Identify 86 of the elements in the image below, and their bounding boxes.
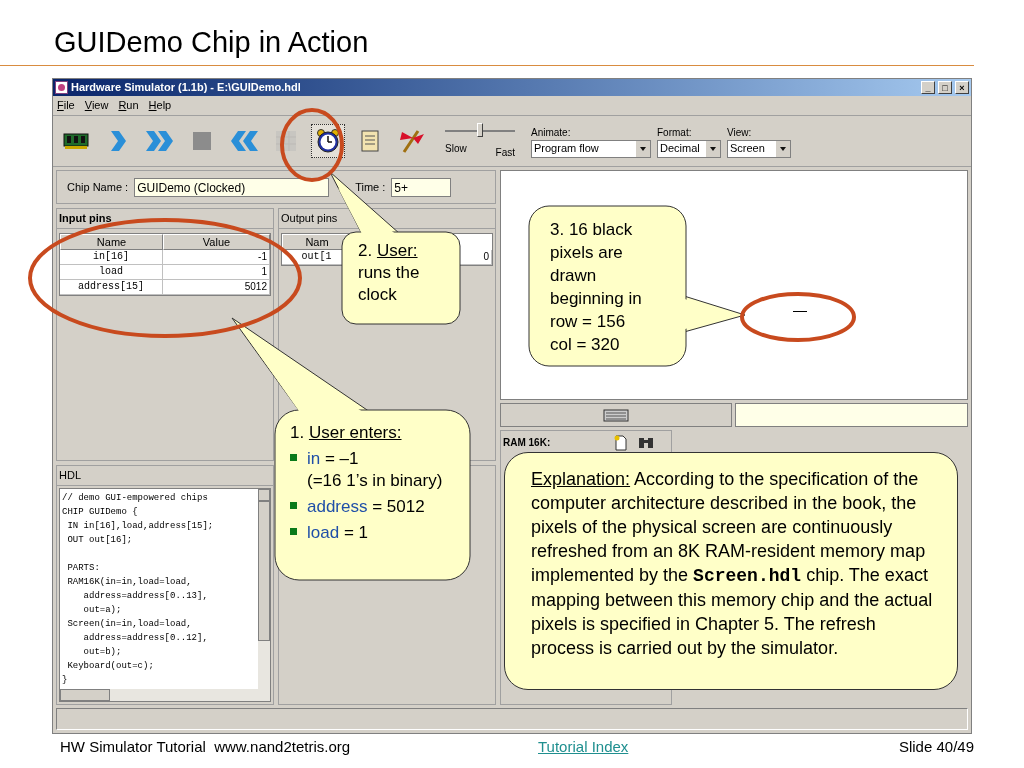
time-field[interactable]: 5+ bbox=[391, 177, 452, 197]
chip-icon bbox=[63, 132, 89, 150]
code-line: IN in[16],load,address[15]; bbox=[66, 520, 215, 533]
slider-label: Fast bbox=[495, 145, 515, 160]
menu-item[interactable]: View bbox=[84, 97, 109, 114]
callout-text: col = 320 bbox=[550, 334, 621, 356]
footer-text: HW Simulator Tutorial www.nand2tetris.org bbox=[60, 737, 352, 757]
dropdown[interactable]: Program flow bbox=[531, 139, 651, 158]
chip-name-field[interactable]: GUIDemo (Clocked) bbox=[134, 177, 330, 197]
bullet-icon bbox=[290, 454, 297, 461]
dropdown[interactable]: Decimal bbox=[657, 139, 721, 158]
panel-title: HDL bbox=[59, 468, 81, 484]
window-control-button[interactable]: × bbox=[955, 81, 969, 94]
table-cell: 1 bbox=[163, 265, 270, 279]
callout-text: row = 156 bbox=[550, 311, 627, 333]
code-line: Keyboard(out=c); bbox=[66, 660, 155, 673]
column-header: Value bbox=[163, 234, 270, 250]
code-line: } bbox=[62, 674, 69, 687]
code-line: OUT out[16]; bbox=[66, 534, 134, 547]
dropdown[interactable]: Screen bbox=[727, 139, 791, 158]
explanation-text: Explanation: According to the specification of the computer architecture described in the book, the pixels of the physical screen are continuously refreshed from an 8K RAM-resident memory map implemented by the Screen.hdl chip. The exact mapping between this memory chip and the actual pixels is specified in Chapter 5. The refresh process is carried out by the simulator. bbox=[531, 468, 934, 660]
callout-heading: 1. User enters: bbox=[290, 422, 403, 444]
table-cell: address[15] bbox=[60, 280, 163, 294]
dropdown-label: View: bbox=[727, 125, 753, 140]
app-icon bbox=[55, 81, 68, 94]
code-line: out=a); bbox=[82, 604, 123, 617]
code-line: CHIP GUIDemo { bbox=[62, 506, 139, 519]
table-cell: -1 bbox=[163, 250, 270, 264]
dropdown-value: Program flow bbox=[533, 141, 600, 157]
table-cell: load bbox=[60, 265, 163, 279]
callout-text: (=16 1’s in binary) bbox=[307, 470, 443, 492]
alarm-clock-icon bbox=[315, 128, 341, 154]
bullet-icon bbox=[290, 528, 297, 535]
slide-title: GUIDemo Chip in Action bbox=[54, 28, 369, 57]
table-cell: in[16] bbox=[60, 250, 163, 264]
pixel-line bbox=[793, 311, 807, 312]
callout-text: drawn bbox=[550, 265, 598, 287]
keyboard-field[interactable] bbox=[735, 403, 968, 427]
code-line: address=address[0..12], bbox=[82, 632, 209, 645]
callout-text: 2. User: runs the clock bbox=[358, 240, 421, 306]
field-label: Time : bbox=[355, 179, 386, 195]
field-label: Chip Name : bbox=[67, 179, 129, 195]
dropdown-label: Format: bbox=[657, 125, 693, 140]
keyboard-button[interactable] bbox=[500, 403, 732, 427]
window-title: Hardware Simulator (1.1b) - E:\GUIDemo.hdl bbox=[71, 80, 302, 96]
dropdown-value: Decimal bbox=[659, 141, 701, 157]
code-line: address=address[0..13], bbox=[82, 590, 209, 603]
tutorial-index-link[interactable]: Tutorial Index bbox=[538, 736, 629, 759]
speed-slider[interactable] bbox=[445, 122, 515, 139]
callout-text: in = –1 bbox=[307, 448, 360, 470]
slide-number: Slide 40/49 bbox=[898, 737, 974, 757]
callout-text: beginning in bbox=[550, 288, 642, 310]
panel-title: RAM 16K: bbox=[503, 436, 551, 450]
menu-item[interactable]: Help bbox=[148, 97, 172, 114]
callout-text: 3. 16 black bbox=[550, 219, 634, 241]
chevron-right-icon bbox=[108, 129, 128, 153]
slider-thumb[interactable] bbox=[477, 122, 483, 137]
dropdown-value: Screen bbox=[729, 141, 766, 157]
dropdown-label: Animate: bbox=[531, 125, 572, 140]
panel-title: Output pins bbox=[281, 211, 338, 227]
table-cell: 5012 bbox=[163, 280, 270, 294]
window-control-button[interactable]: □ bbox=[938, 81, 952, 94]
code-line: Screen(in=in,load=load, bbox=[66, 618, 193, 631]
keyboard-icon bbox=[603, 408, 629, 422]
column-header: Name bbox=[60, 234, 163, 250]
callout-text: pixels are bbox=[550, 242, 624, 264]
menu-item[interactable]: Run bbox=[118, 97, 139, 114]
horizontal-scrollbar[interactable] bbox=[60, 689, 270, 701]
grid-icon bbox=[275, 130, 297, 152]
vertical-scrollbar[interactable] bbox=[258, 489, 270, 689]
double-chevron-icon bbox=[145, 129, 175, 153]
menu-item[interactable]: File bbox=[57, 97, 75, 114]
bullet-icon bbox=[290, 502, 297, 509]
slider-label: Slow bbox=[445, 141, 467, 156]
code-line: out=b); bbox=[82, 646, 123, 659]
code-line: // demo GUI-empowered chips bbox=[62, 492, 209, 505]
callout-text: load = 1 bbox=[307, 522, 368, 544]
panel-title: Input pins bbox=[59, 211, 112, 227]
flag-icon bbox=[398, 128, 426, 154]
double-chevron-left-icon bbox=[229, 129, 259, 153]
window-control-button[interactable]: _ bbox=[921, 81, 935, 94]
callout-text: address = 5012 bbox=[307, 496, 425, 518]
code-line: PARTS: bbox=[66, 562, 101, 575]
code-line: RAM16K(in=in,load=load, bbox=[66, 576, 193, 589]
stop-icon bbox=[192, 131, 212, 151]
scroll-icon bbox=[359, 129, 381, 153]
